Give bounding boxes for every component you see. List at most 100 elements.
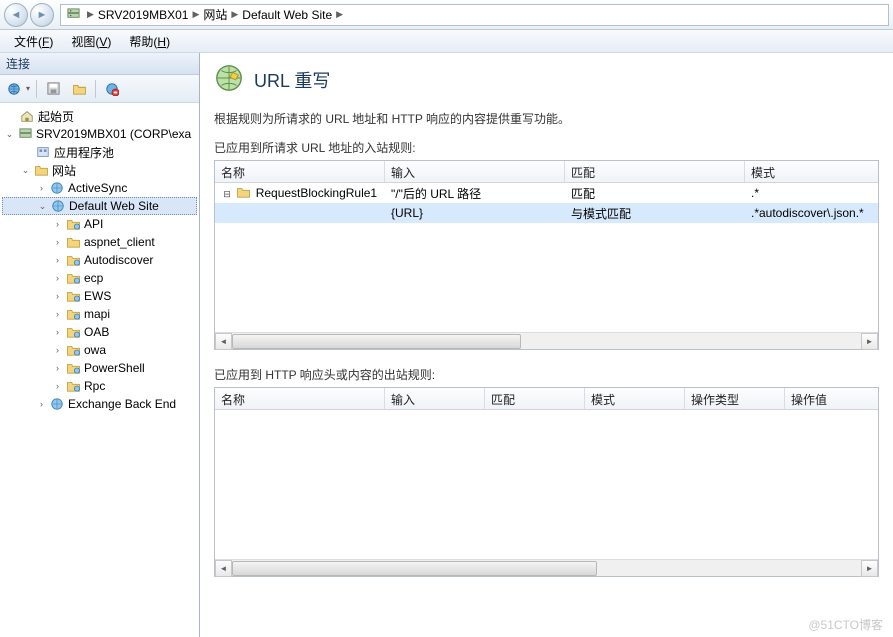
globe-icon [49, 396, 65, 412]
folder-icon [65, 378, 81, 394]
tree-site-activesync[interactable]: › ActiveSync [2, 179, 197, 197]
save-button[interactable] [43, 79, 63, 99]
col-pattern[interactable]: 模式 [745, 161, 878, 182]
folder-icon [65, 270, 81, 286]
watermark: @51CTO博客 [808, 616, 883, 633]
tree-node-owa[interactable]: ›owa [2, 341, 197, 359]
expand-icon[interactable]: › [52, 309, 63, 320]
collapse-icon[interactable]: ⌄ [20, 165, 31, 176]
rule-row[interactable]: ⊟ RequestBlockingRule1 "/"后的 URL 路径 匹配 .… [215, 183, 878, 203]
menu-bar: 文件(F) 视图(V) 帮助(H) [0, 30, 893, 53]
expand-icon[interactable]: › [52, 219, 63, 230]
col-pattern[interactable]: 模式 [585, 388, 685, 409]
chevron-right-icon: ▶ [192, 9, 199, 20]
collapse-icon[interactable]: ⊟ [221, 189, 233, 200]
col-action-value[interactable]: 操作值 [785, 388, 878, 409]
nav-forward-button[interactable]: ► [30, 3, 54, 27]
connections-header: 连接 [0, 53, 199, 75]
app-pool-icon [35, 144, 51, 160]
breadcrumb[interactable]: ▶ SRV2019MBX01 ▶ 网站 ▶ Default Web Site ▶ [60, 4, 889, 26]
col-input[interactable]: 输入 [385, 388, 485, 409]
folder-icon [65, 234, 81, 250]
horizontal-scrollbar[interactable]: ◄ ► [215, 332, 878, 349]
folder-icon [65, 342, 81, 358]
url-rewrite-icon [214, 63, 244, 96]
stop-button[interactable] [102, 79, 122, 99]
tree-node-oab[interactable]: ›OAB [2, 323, 197, 341]
content-panel: URL 重写 根据规则为所请求的 URL 地址和 HTTP 响应的内容提供重写功… [200, 53, 893, 637]
expand-icon[interactable]: › [52, 327, 63, 338]
chevron-right-icon: ▶ [231, 9, 238, 20]
expand-icon[interactable]: › [52, 237, 63, 248]
tree-node-mapi[interactable]: ›mapi [2, 305, 197, 323]
col-name[interactable]: 名称 [215, 161, 385, 182]
scroll-left-button[interactable]: ◄ [215, 333, 232, 350]
folder-icon [65, 288, 81, 304]
open-button[interactable] [69, 79, 89, 99]
tree-node-api[interactable]: ›API [2, 215, 197, 233]
tree-sites[interactable]: ⌄ 网站 [2, 161, 197, 179]
menu-file[interactable]: 文件(F) [6, 30, 61, 53]
tree-node-aspnet[interactable]: ›aspnet_client [2, 233, 197, 251]
tree-site-exchange[interactable]: › Exchange Back End [2, 395, 197, 413]
sites-folder-icon [33, 162, 49, 178]
chevron-right-icon: ▶ [336, 9, 343, 20]
globe-icon [50, 198, 66, 214]
col-match[interactable]: 匹配 [565, 161, 745, 182]
collapse-icon[interactable]: ⌄ [37, 201, 48, 212]
page-title: URL 重写 [254, 67, 330, 93]
server-icon [17, 126, 33, 142]
nav-back-button[interactable]: ◄ [4, 3, 28, 27]
tree-site-default[interactable]: ⌄ Default Web Site [2, 197, 197, 215]
expand-icon[interactable]: › [52, 255, 63, 266]
connections-tree[interactable]: 起始页 ⌄ SRV2019MBX01 (CORP\exa 应用程序池 ⌄ 网站 … [0, 103, 199, 637]
grid-header: 名称 输入 匹配 模式 [215, 161, 878, 183]
tree-start-page[interactable]: 起始页 [2, 107, 197, 125]
expand-icon[interactable]: › [52, 273, 63, 284]
breadcrumb-sites[interactable]: 网站 [199, 6, 231, 23]
menu-view[interactable]: 视图(V) [63, 30, 119, 53]
col-name[interactable]: 名称 [215, 388, 385, 409]
inbound-rules-grid[interactable]: 名称 输入 匹配 模式 ⊟ RequestBlockingRule1 "/"后的… [214, 160, 879, 350]
connect-button[interactable] [4, 79, 24, 99]
home-icon [19, 108, 35, 124]
connections-toolbar: ▾ [0, 75, 199, 103]
breadcrumb-default-site[interactable]: Default Web Site [238, 8, 336, 22]
outbound-rules-label: 已应用到 HTTP 响应头或内容的出站规则: [214, 366, 879, 383]
tree-app-pools[interactable]: 应用程序池 [2, 143, 197, 161]
rule-condition-row[interactable]: {URL} 与模式匹配 .*autodiscover\.json.* [215, 203, 878, 223]
menu-help[interactable]: 帮助(H) [121, 30, 178, 53]
tree-node-ecp[interactable]: ›ecp [2, 269, 197, 287]
globe-icon [49, 180, 65, 196]
expand-icon[interactable]: › [36, 183, 47, 194]
navigation-bar: ◄ ► ▶ SRV2019MBX01 ▶ 网站 ▶ Default Web Si… [0, 0, 893, 30]
chevron-right-icon: ▶ [87, 9, 94, 20]
folder-icon [65, 252, 81, 268]
horizontal-scrollbar[interactable]: ◄ ► [215, 559, 878, 576]
scroll-right-button[interactable]: ► [861, 333, 878, 350]
scroll-right-button[interactable]: ► [861, 560, 878, 577]
folder-icon [65, 324, 81, 340]
col-input[interactable]: 输入 [385, 161, 565, 182]
col-match[interactable]: 匹配 [485, 388, 585, 409]
expand-icon[interactable]: › [36, 399, 47, 410]
tree-node-ews[interactable]: ›EWS [2, 287, 197, 305]
expand-icon[interactable]: › [52, 291, 63, 302]
server-icon [65, 7, 81, 23]
outbound-rules-grid[interactable]: 名称 输入 匹配 模式 操作类型 操作值 ◄ ► [214, 387, 879, 577]
tree-node-powershell[interactable]: ›PowerShell [2, 359, 197, 377]
expand-icon[interactable]: › [52, 345, 63, 356]
tree-node-rpc[interactable]: ›Rpc [2, 377, 197, 395]
expand-icon[interactable]: › [52, 363, 63, 374]
tree-node-autodiscover[interactable]: ›Autodiscover [2, 251, 197, 269]
expand-icon[interactable]: › [52, 381, 63, 392]
collapse-icon[interactable]: ⌄ [4, 129, 15, 140]
connections-panel: 连接 ▾ 起始页 ⌄ [0, 53, 200, 637]
folder-icon [65, 306, 81, 322]
folder-icon [65, 216, 81, 232]
tree-server-node[interactable]: ⌄ SRV2019MBX01 (CORP\exa [2, 125, 197, 143]
col-action-type[interactable]: 操作类型 [685, 388, 785, 409]
breadcrumb-server[interactable]: SRV2019MBX01 [94, 8, 193, 22]
scroll-left-button[interactable]: ◄ [215, 560, 232, 577]
page-description: 根据规则为所请求的 URL 地址和 HTTP 响应的内容提供重写功能。 [214, 110, 879, 127]
